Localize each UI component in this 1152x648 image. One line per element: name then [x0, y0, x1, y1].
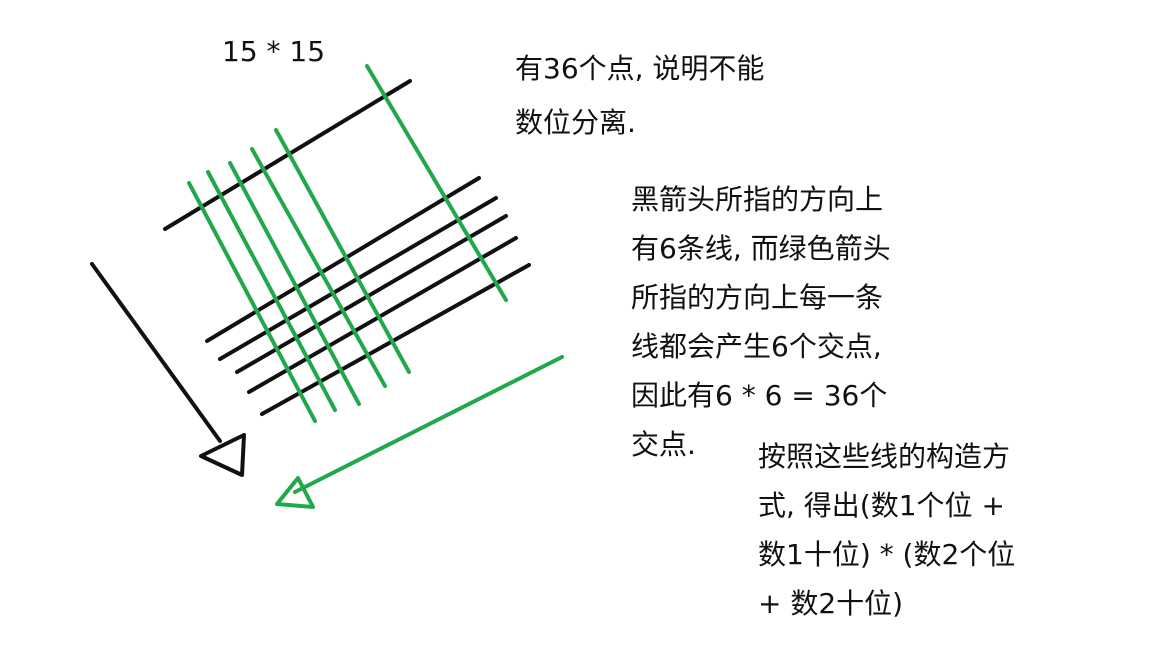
middle-note-line-3: 所指的方向上每一条: [631, 281, 884, 314]
green-line-6: [365, 64, 508, 302]
top-note-line-1: 有36个点, 说明不能: [515, 52, 765, 85]
black-arrow-head: [199, 433, 246, 477]
bottom-note: 按照这些线的构造方 式, 得出(数1个位 + 数1十位) * (数2个位 + 数…: [758, 432, 1015, 628]
middle-note-line-2: 有6条线, 而绿色箭头: [631, 232, 891, 265]
bottom-note-line-1: 按照这些线的构造方: [758, 440, 1011, 473]
top-note-line-2: 数位分离.: [515, 106, 636, 139]
black-line-6: [260, 263, 531, 416]
middle-note: 黑箭头所指的方向上 有6条线, 而绿色箭头 所指的方向上每一条 线都会产生6个交…: [631, 175, 891, 469]
bottom-note-line-3: 数1十位) * (数2个位: [758, 538, 1016, 571]
green-line-1: [187, 181, 317, 423]
bottom-note-line-2: 式, 得出(数1个位 +: [758, 489, 1005, 522]
green-line-2: [206, 170, 337, 412]
middle-note-line-1: 黑箭头所指的方向上: [631, 183, 884, 216]
bottom-note-line-4: + 数2十位): [758, 587, 904, 620]
top-note: 有36个点, 说明不能 数位分离.: [515, 42, 764, 150]
middle-note-line-4: 线都会产生6个交点,: [631, 330, 882, 363]
black-arrow: [90, 262, 246, 477]
green-arrow-shaft: [293, 355, 564, 494]
black-arrow-shaft: [90, 262, 222, 443]
middle-note-line-5: 因此有6 * 6 = 36个: [631, 379, 888, 412]
title-label: 15 * 15: [222, 35, 326, 68]
